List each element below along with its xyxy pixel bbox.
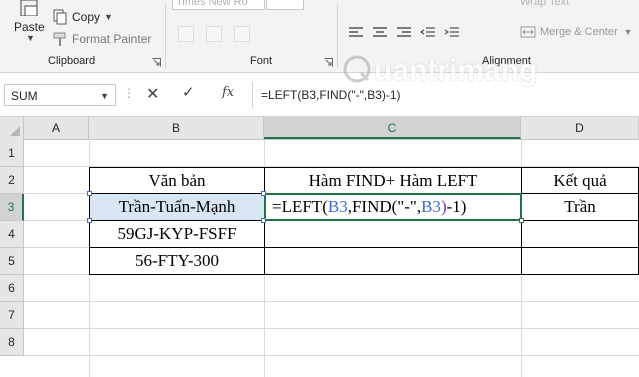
gridline xyxy=(24,328,639,329)
watermark-text: uantrimang xyxy=(374,54,538,87)
reference-handle[interactable] xyxy=(261,218,266,223)
column-header-c[interactable]: C xyxy=(264,117,521,139)
font-group-label: Font xyxy=(250,55,273,67)
cell-b2[interactable]: Văn bản xyxy=(89,167,265,194)
merge-center-button[interactable]: Merge & Center ▼ xyxy=(520,26,633,38)
format-painter-icon xyxy=(53,32,66,46)
cell-d4[interactable] xyxy=(521,220,639,248)
formula-part: =LEFT( xyxy=(272,197,328,216)
ribbon-separator xyxy=(165,4,166,68)
paste-icon xyxy=(20,0,38,16)
row-header-4[interactable]: 4 xyxy=(0,221,24,248)
paste-button[interactable]: Paste xyxy=(14,20,45,34)
merge-icon xyxy=(520,26,536,38)
cell-b3[interactable]: Trần-Tuấn-Mạnh xyxy=(89,193,265,221)
column-header-a[interactable]: A xyxy=(24,117,89,139)
font-color-button[interactable] xyxy=(234,26,250,42)
row-header-3[interactable]: 3 xyxy=(0,194,24,221)
column-header-b[interactable]: B xyxy=(89,117,264,139)
formula-part: "-", xyxy=(397,197,422,216)
align-right-icon[interactable] xyxy=(396,26,412,40)
chevron-down-icon[interactable]: ▼ xyxy=(26,33,35,43)
gridline xyxy=(24,355,639,356)
cell-d3[interactable]: Trần xyxy=(521,193,639,221)
cell-c2[interactable]: Hàm FIND+ Hàm LEFT xyxy=(264,167,522,194)
row-header-6[interactable]: 6 xyxy=(0,275,24,302)
cell-b4[interactable]: 59GJ-KYP-FSFF xyxy=(89,220,265,248)
enter-icon[interactable]: ✓ xyxy=(182,83,195,101)
cancel-icon[interactable]: ✕ xyxy=(146,84,159,104)
ribbon-separator xyxy=(337,4,338,68)
dialog-launcher-icon[interactable] xyxy=(152,58,161,67)
align-center-icon[interactable] xyxy=(372,26,388,40)
formula-part: -1) xyxy=(446,197,467,216)
fill-color-button[interactable] xyxy=(206,26,222,42)
decrease-indent-icon[interactable] xyxy=(420,26,436,40)
cell-c3-active-editor[interactable]: =LEFT(B3 ,FIND("-", B3) -1) xyxy=(264,193,522,221)
formula-part: ,FIND( xyxy=(347,197,398,216)
cell-d2[interactable]: Kết quả xyxy=(521,167,639,194)
font-size-field[interactable] xyxy=(266,0,304,10)
more-icon[interactable]: ⋮ xyxy=(123,86,135,100)
row-header-5[interactable]: 5 xyxy=(0,248,24,275)
cell-c4[interactable] xyxy=(264,220,522,248)
chevron-down-icon[interactable]: ▼ xyxy=(624,27,633,37)
select-all-icon xyxy=(10,126,20,136)
chevron-down-icon[interactable]: ▼ xyxy=(104,12,113,22)
formula-ref-b3: B3 xyxy=(421,197,441,216)
alignment-buttons xyxy=(348,26,460,40)
select-all-button[interactable] xyxy=(0,117,24,139)
row-header-7[interactable]: 7 xyxy=(0,302,24,329)
row-header-2[interactable]: 2 xyxy=(0,167,24,194)
name-box-value: SUM xyxy=(11,89,38,103)
font-name-field[interactable]: Times New Ro xyxy=(172,0,265,10)
cell-c5[interactable] xyxy=(264,247,522,275)
formula-bar: SUM ▼ ⋮ ✕ ✓ fx =LEFT(B3,FIND("-",B3)-1) xyxy=(0,73,639,117)
align-left-icon[interactable] xyxy=(348,26,364,40)
borders-button[interactable] xyxy=(178,26,194,42)
increase-indent-icon[interactable] xyxy=(444,26,460,40)
dialog-launcher-icon[interactable] xyxy=(324,58,333,67)
ribbon: Paste ▼ Copy ▼ Format Painter Clipboard … xyxy=(0,0,639,73)
spreadsheet-grid: A B C D 1 2 3 4 5 6 7 8 Văn bản Hàm FIND… xyxy=(0,117,639,377)
row-header-1[interactable]: 1 xyxy=(0,139,24,167)
format-painter-button[interactable]: Format Painter xyxy=(52,30,151,48)
fill-handle[interactable] xyxy=(519,218,524,223)
gridline xyxy=(24,301,639,302)
reference-handle[interactable] xyxy=(87,218,92,223)
reference-handle[interactable] xyxy=(87,191,92,196)
name-box[interactable]: SUM ▼ xyxy=(4,84,116,106)
format-painter-label: Format Painter xyxy=(72,32,152,46)
reference-handle[interactable] xyxy=(261,191,266,196)
merge-center-label: Merge & Center xyxy=(540,26,618,38)
copy-button[interactable]: Copy ▼ xyxy=(52,8,113,26)
cell-d5[interactable] xyxy=(521,247,639,275)
column-header-d[interactable]: D xyxy=(521,117,639,139)
font-format-buttons xyxy=(178,26,250,42)
insert-function-icon[interactable]: fx xyxy=(222,85,234,100)
clipboard-group-label: Clipboard xyxy=(48,55,96,67)
chevron-down-icon[interactable]: ▼ xyxy=(100,85,109,107)
wrap-text-button[interactable]: Wrap Text xyxy=(520,0,569,8)
row-header-8[interactable]: 8 xyxy=(0,329,24,356)
copy-label: Copy xyxy=(72,10,101,24)
cell-b5[interactable]: 56-FTY-300 xyxy=(89,247,265,275)
formula-ref-b3: B3 xyxy=(327,197,348,216)
watermark-logo-icon xyxy=(343,55,371,83)
copy-icon xyxy=(53,9,67,25)
